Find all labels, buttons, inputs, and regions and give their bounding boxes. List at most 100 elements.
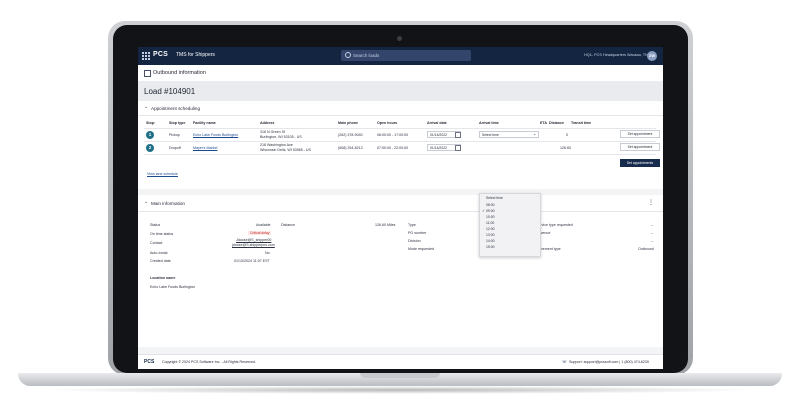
calendar-icon[interactable] xyxy=(455,145,461,151)
load-header: Load #104901 xyxy=(138,81,663,101)
location-selector[interactable]: HQ1- PCS Headquarters Wausau, TN xyxy=(584,53,648,57)
search-bar[interactable] xyxy=(341,50,471,61)
mode-requested-label: Mode requested xyxy=(408,247,434,251)
divider xyxy=(144,128,656,129)
sort-icon[interactable]: ↑ xyxy=(154,121,156,125)
divider xyxy=(144,154,656,155)
dropdown-option[interactable]: Select time xyxy=(486,196,503,200)
load-title: Load #104901 xyxy=(144,87,196,96)
dropdown-option[interactable]: 14:00 xyxy=(486,239,495,243)
app-screen: PCS TMS for Shippers HQ1- PCS Headquarte… xyxy=(138,47,663,369)
pcs-logo[interactable]: PCS xyxy=(153,51,168,58)
service-type-value: -- xyxy=(651,223,654,227)
laptop-shadow xyxy=(40,386,760,394)
address-line: Burlington, WI 53105 - US xyxy=(260,135,302,139)
po-number-label: PO number xyxy=(408,231,427,235)
col-stop[interactable]: Stop xyxy=(146,121,154,125)
more-options-icon[interactable]: ⋮ xyxy=(648,199,654,206)
arrival-time-select[interactable]: Select time xyxy=(479,131,539,138)
laptop-notch xyxy=(360,373,440,378)
phone: (608) 254-8213 xyxy=(338,146,363,150)
col-distance: Distance xyxy=(549,121,564,125)
divider xyxy=(138,211,663,212)
col-transit-time: Transit time xyxy=(571,121,592,125)
dropdown-option[interactable]: 08:00 xyxy=(486,203,495,207)
address-line: 218 Washington Ave xyxy=(260,143,293,147)
contact-email-link[interactable]: jdoose@S.shipperpcs.com xyxy=(232,243,275,247)
facility-link[interactable]: Echo Lake Foods Burlington xyxy=(193,133,238,137)
status-label: Status xyxy=(150,223,161,227)
distance: 126.60 xyxy=(560,146,571,150)
divider xyxy=(138,115,663,116)
dropdown-option[interactable]: 15:00 xyxy=(486,245,495,249)
stop-type: Dropoff xyxy=(169,146,181,150)
address-line: 316 N Green St xyxy=(260,130,285,134)
open-hours: 06:00:00 - 17:00:00 xyxy=(377,133,409,137)
col-stop-type: Stop type xyxy=(169,121,186,125)
camera-icon xyxy=(397,36,402,41)
arrival-time-dropdown[interactable]: Select time 08:00 ✓ 09:00 10:00 11:00 12… xyxy=(479,193,541,257)
app-name: TMS for Shippers xyxy=(176,52,215,58)
set-appointments-button[interactable]: Set appointments xyxy=(620,159,660,167)
status-value: Available xyxy=(256,223,271,227)
chevron-down-icon[interactable]: ⌄ xyxy=(533,131,536,136)
status-badge: Critical delay xyxy=(248,231,272,235)
created-date-value: 01/13/2024 11:07 EST xyxy=(234,259,270,263)
support-icon: ☏ xyxy=(562,359,568,364)
dropdown-option[interactable]: 13:00 xyxy=(486,233,495,237)
copyright-text: Copyright © 2024 PCS Software Inc. - All… xyxy=(162,360,256,364)
check-icon: ✓ xyxy=(482,209,485,213)
chevron-down-icon[interactable]: ⌄ xyxy=(144,199,148,205)
movement-type-value: Outbound xyxy=(638,247,654,251)
view-lane-schedule-link[interactable]: View lane schedule xyxy=(147,172,178,176)
contact-label: Contact xyxy=(150,241,163,245)
col-open-hours: Open hours xyxy=(377,121,398,125)
col-main-phone: Main phone xyxy=(338,121,358,125)
app-grid-icon[interactable] xyxy=(142,52,150,60)
dropdown-option-selected[interactable]: 09:00 xyxy=(486,209,495,213)
main-info-section-title[interactable]: Main information xyxy=(151,201,185,206)
col-arrival-time: Arrival time xyxy=(479,121,499,125)
phone: (262) 378-9040 xyxy=(338,133,363,137)
location-name-label: Location name xyxy=(150,276,176,280)
stop-number-badge: 1 xyxy=(146,131,154,139)
type-label: Type xyxy=(408,223,416,227)
service-type-label: Service type requested xyxy=(536,223,573,227)
search-icon xyxy=(345,52,351,58)
distance-label: Distance xyxy=(281,223,295,227)
division-label: Division xyxy=(408,239,421,243)
main-info-card: ⌄ Main information ⋮ Status Available On… xyxy=(138,195,663,347)
bu-value: -- xyxy=(651,239,654,243)
col-eta: ETA xyxy=(540,121,547,125)
page-title: Outbound information xyxy=(153,70,206,76)
divider xyxy=(144,141,656,142)
appointment-section-title[interactable]: Appointment scheduling xyxy=(151,106,200,111)
support-text[interactable]: Support: support@pcssoft.com | 1 (800) 4… xyxy=(569,360,649,364)
user-avatar[interactable]: ZW xyxy=(647,51,657,61)
set-appointment-button[interactable]: Set appointment xyxy=(620,143,660,151)
dropdown-option[interactable]: 12:00 xyxy=(486,227,495,231)
appointment-card: ⌄ Appointment scheduling Stop ↑ Stop typ… xyxy=(138,101,663,189)
created-date-label: Created date xyxy=(150,259,171,263)
col-arrival-date: Arrival date xyxy=(427,121,447,125)
set-appointment-button[interactable]: Set appointment xyxy=(620,130,660,138)
auto-tender-value: No xyxy=(265,251,270,255)
search-input[interactable] xyxy=(353,50,463,61)
revenue-value: -- xyxy=(651,231,654,235)
contact-name-link[interactable]: Jdoose@S_shipper00 xyxy=(236,238,271,242)
on-time-status-label: On time status xyxy=(150,232,174,236)
facility-link[interactable]: Mayer's Market xyxy=(193,146,217,150)
dropdown-option[interactable]: 11:00 xyxy=(486,221,494,225)
location-name-value: Echo Lake Foods Burlington xyxy=(150,285,196,289)
distance: 0 xyxy=(566,133,568,137)
auto-tender-label: Auto-tnotal xyxy=(150,251,168,255)
calendar-icon[interactable] xyxy=(455,132,461,138)
footer: PCS Copyright © 2024 PCS Software Inc. -… xyxy=(138,354,663,369)
chevron-down-icon[interactable]: ⌄ xyxy=(144,104,148,110)
page-subheader: Outbound information xyxy=(138,65,663,82)
col-address: Address xyxy=(260,121,275,125)
distance-value: 126.60 Miles xyxy=(375,223,396,227)
col-facility-name: Facility name xyxy=(193,121,216,125)
dropdown-option[interactable]: 10:00 xyxy=(486,215,495,219)
stop-number-badge: 2 xyxy=(146,144,154,152)
